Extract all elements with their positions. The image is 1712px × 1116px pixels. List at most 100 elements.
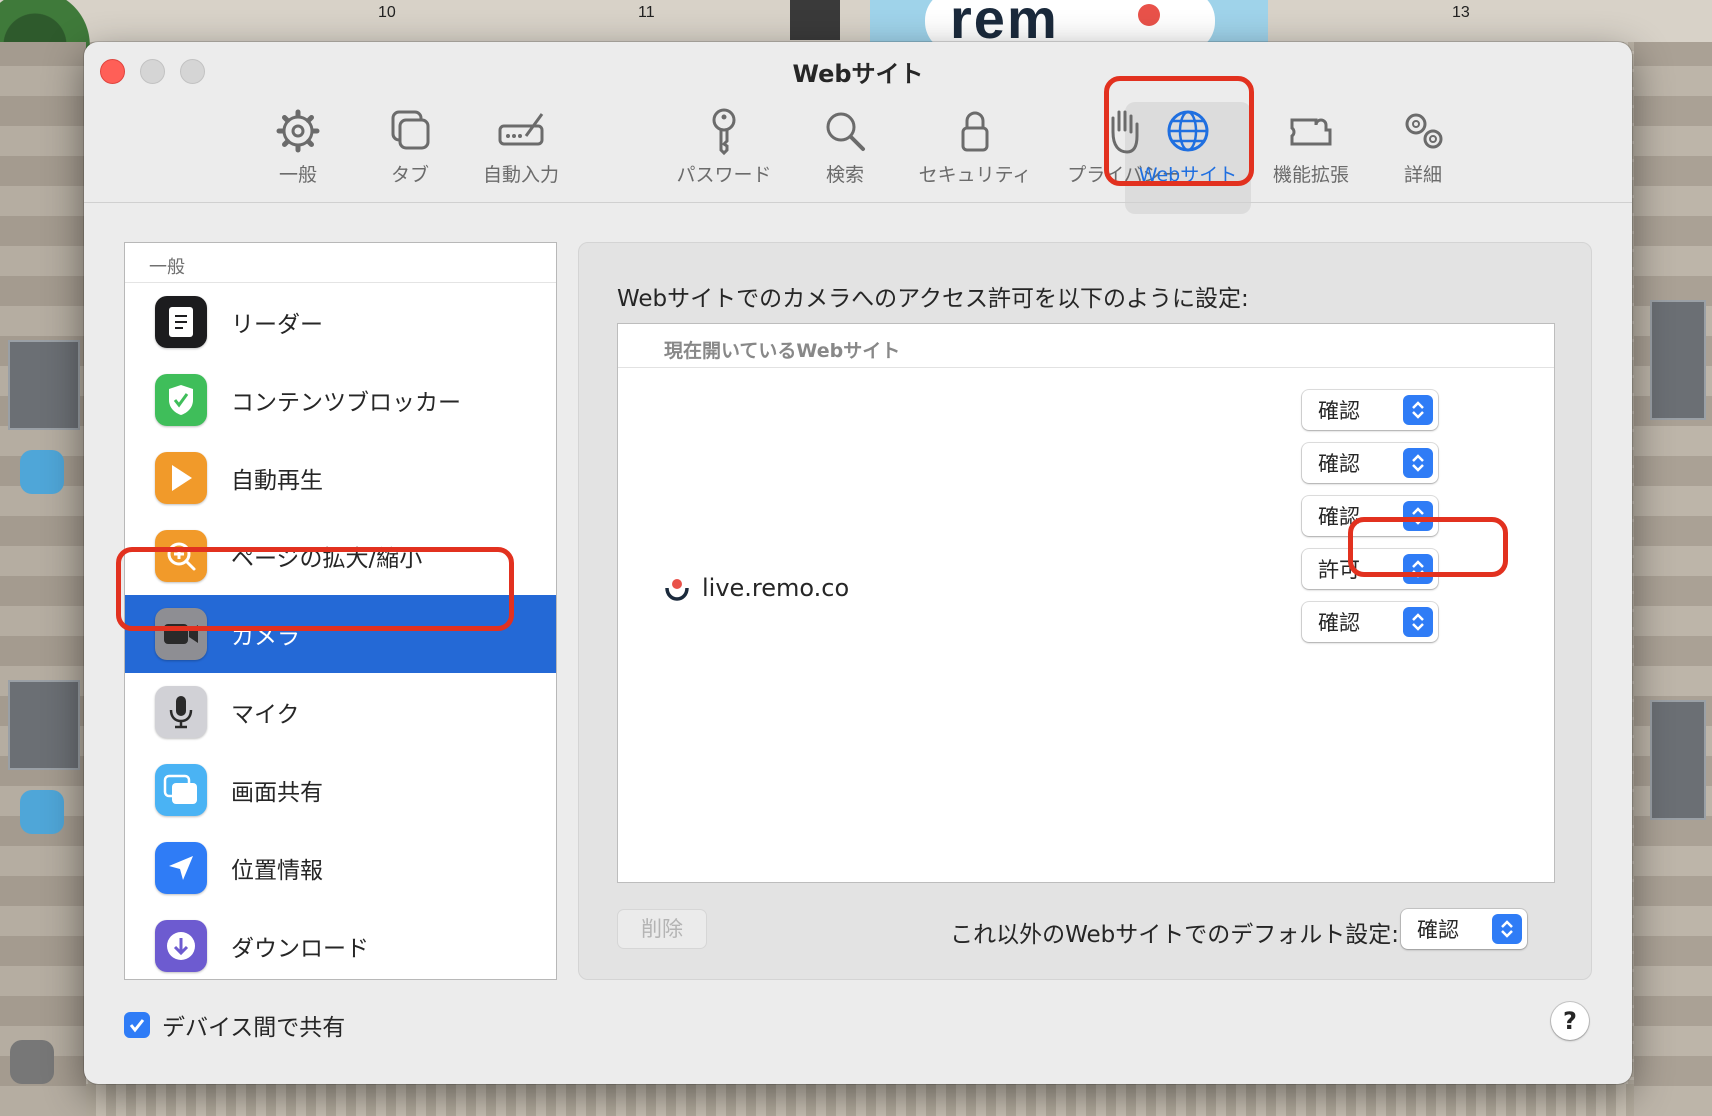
tab-label: セキュリティ bbox=[918, 164, 1032, 186]
tab-extensions[interactable]: 機能拡張 bbox=[1251, 106, 1371, 216]
globe-icon bbox=[1167, 110, 1209, 152]
sidebar-item-location[interactable]: 位置情報 bbox=[125, 829, 556, 907]
tab-websites[interactable]: Webサイト bbox=[1124, 106, 1252, 216]
tab-label: 検索 bbox=[825, 164, 864, 186]
tab-tabs[interactable]: タブ bbox=[350, 106, 470, 216]
tab-label: パスワード bbox=[676, 164, 772, 186]
background-chair bbox=[20, 450, 64, 494]
websites-list: 現在開いているWebサイト live.remo.co 確認 確認 確認 許可 確… bbox=[617, 323, 1555, 883]
background-chair bbox=[10, 1040, 54, 1084]
reader-icon bbox=[155, 296, 207, 348]
background-bottom-floor bbox=[86, 1084, 1634, 1116]
panel-description: Webサイトでのカメラへのアクセス許可を以下のように設定: bbox=[617, 286, 1249, 312]
microphone-icon bbox=[155, 686, 207, 738]
popup-value: 確認 bbox=[1417, 918, 1459, 942]
sidebar-item-downloads[interactable]: ダウンロード bbox=[125, 907, 556, 979]
popup-value: 許可 bbox=[1318, 558, 1360, 582]
search-icon bbox=[826, 112, 865, 151]
tab-label: 一般 bbox=[278, 164, 317, 186]
permission-popup[interactable]: 確認 bbox=[1302, 443, 1438, 483]
tab-label: 詳細 bbox=[1403, 164, 1442, 186]
default-permission-popup[interactable]: 確認 bbox=[1401, 909, 1527, 949]
websites-list-header: 現在開いているWebサイト bbox=[618, 324, 1554, 368]
sidebar-item-label: マイク bbox=[231, 702, 300, 728]
popup-value: 確認 bbox=[1318, 611, 1360, 635]
remove-button[interactable]: 削除 bbox=[617, 909, 707, 949]
sidebar-item-autoplay[interactable]: 自動再生 bbox=[125, 439, 556, 517]
camera-icon bbox=[155, 608, 207, 660]
background-desk bbox=[1650, 700, 1706, 820]
website-name: live.remo.co bbox=[702, 574, 850, 602]
background-chair bbox=[20, 790, 64, 834]
sidebar-item-content-blockers[interactable]: コンテンツブロッカー bbox=[125, 361, 556, 439]
updown-arrows-icon bbox=[1403, 607, 1433, 637]
tabs-icon bbox=[391, 110, 430, 150]
permission-category-list: 一般 リーダー コンテンツブロッカー 自動再生 ページの拡大/縮小 カメラ マイ… bbox=[124, 242, 557, 980]
sidebar-item-reader[interactable]: リーダー bbox=[125, 283, 556, 361]
zoom-icon bbox=[155, 530, 207, 582]
permission-popup[interactable]: 確認 bbox=[1302, 602, 1438, 642]
popup-value: 確認 bbox=[1318, 452, 1360, 476]
lock-icon bbox=[961, 111, 989, 152]
puzzle-icon bbox=[1290, 118, 1332, 146]
background-desk bbox=[1650, 300, 1706, 420]
background-number: 11 bbox=[638, 4, 655, 21]
background-left-floor bbox=[0, 42, 86, 1116]
tab-advanced[interactable]: 詳細 bbox=[1363, 106, 1483, 216]
tab-label: タブ bbox=[390, 164, 429, 186]
background-desk bbox=[8, 680, 80, 770]
sidebar-item-label: カメラ bbox=[231, 624, 300, 650]
sidebar-item-label: リーダー bbox=[231, 312, 323, 338]
sidebar-item-microphone[interactable]: マイク bbox=[125, 673, 556, 751]
sidebar-item-camera[interactable]: カメラ bbox=[125, 595, 556, 673]
share-checkbox[interactable] bbox=[124, 1012, 150, 1038]
updown-arrows-icon bbox=[1403, 554, 1433, 584]
background-number: 10 bbox=[378, 4, 396, 21]
permission-popup[interactable]: 確認 bbox=[1302, 496, 1438, 536]
screen-share-icon bbox=[155, 764, 207, 816]
updown-arrows-icon bbox=[1403, 448, 1433, 478]
background-right-floor bbox=[1634, 42, 1712, 1116]
permission-popup[interactable]: 確認 bbox=[1302, 390, 1438, 430]
location-icon bbox=[155, 842, 207, 894]
sidebar-item-label: ページの拡大/縮小 bbox=[231, 546, 423, 572]
safari-preferences-window: Webサイト 一般 タブ 自動入力 パスワード 検索 セキュリティ プライバシー… bbox=[84, 42, 1632, 1084]
background-number: 13 bbox=[1452, 4, 1470, 21]
gear-icon bbox=[276, 109, 320, 153]
tab-label: 自動入力 bbox=[482, 164, 559, 186]
sidebar-item-label: 画面共有 bbox=[231, 780, 323, 806]
tab-security[interactable]: セキュリティ bbox=[915, 106, 1035, 216]
default-setting-label: これ以外のWebサイトでのデフォルト設定: bbox=[950, 922, 1399, 948]
tab-label: Webサイト bbox=[1138, 164, 1238, 186]
window-title: Webサイト bbox=[792, 60, 924, 88]
content-blocker-icon bbox=[155, 374, 207, 426]
background-logo-dot bbox=[1138, 4, 1160, 26]
tab-label: 機能拡張 bbox=[1272, 164, 1349, 186]
sidebar-item-page-zoom[interactable]: ページの拡大/縮小 bbox=[125, 517, 556, 595]
updown-arrows-icon bbox=[1403, 501, 1433, 531]
camera-permission-popup-live-remo[interactable]: 許可 bbox=[1302, 549, 1438, 589]
tab-general[interactable]: 一般 bbox=[238, 106, 358, 216]
updown-arrows-icon bbox=[1403, 395, 1433, 425]
share-across-devices[interactable]: デバイス間で共有 bbox=[124, 1008, 345, 1042]
tab-search[interactable]: 検索 bbox=[785, 106, 905, 216]
popup-value: 確認 bbox=[1318, 505, 1360, 529]
sidebar-item-label: 自動再生 bbox=[231, 468, 323, 494]
sidebar-item-screen-sharing[interactable]: 画面共有 bbox=[125, 751, 556, 829]
toolbar-divider bbox=[84, 202, 1632, 203]
popup-value: 確認 bbox=[1318, 399, 1360, 423]
sidebar-item-label: コンテンツブロッカー bbox=[231, 390, 461, 416]
tab-autofill[interactable]: 自動入力 bbox=[461, 106, 581, 216]
background-desk bbox=[8, 340, 80, 430]
preferences-toolbar: 一般 タブ 自動入力 パスワード 検索 セキュリティ プライバシー Webサイト… bbox=[84, 100, 1632, 240]
permission-settings-panel: Webサイトでのカメラへのアクセス許可を以下のように設定: 現在開いているWeb… bbox=[578, 242, 1592, 980]
share-label: デバイス間で共有 bbox=[162, 1015, 346, 1041]
remo-icon bbox=[664, 575, 690, 601]
key-icon bbox=[712, 108, 736, 156]
website-row[interactable]: live.remo.co bbox=[664, 574, 849, 602]
help-button[interactable]: ? bbox=[1551, 1002, 1589, 1040]
background-post bbox=[790, 0, 840, 40]
download-icon bbox=[155, 920, 207, 972]
autoplay-icon bbox=[155, 452, 207, 504]
tab-passwords[interactable]: パスワード bbox=[664, 106, 784, 216]
